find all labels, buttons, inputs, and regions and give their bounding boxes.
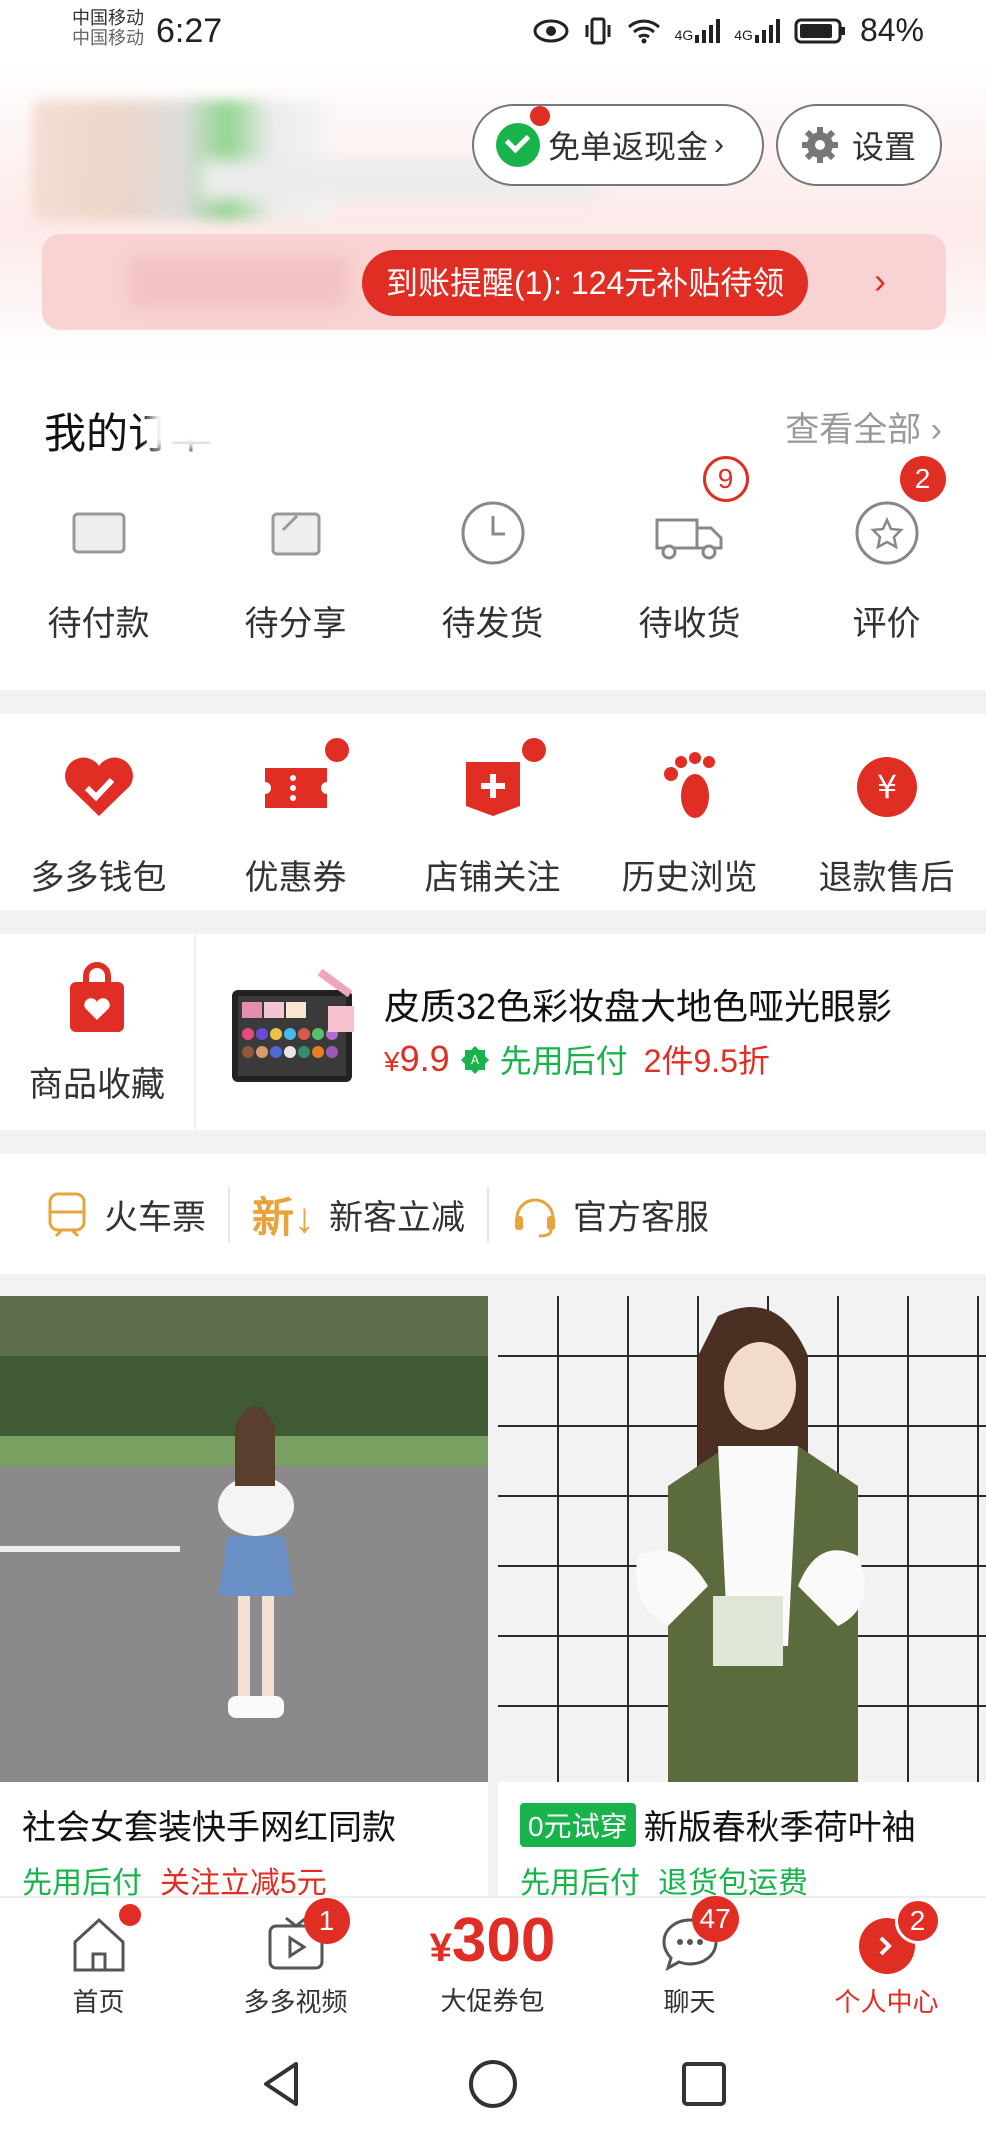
recents-icon[interactable] [678, 2058, 730, 2110]
customer-service-link[interactable]: 官方客服 [511, 1190, 709, 1240]
product-card[interactable]: 0元试穿 新版春秋季荷叶袖 先用后付 退货包运费 [498, 1296, 986, 1896]
wifi-icon [627, 19, 660, 43]
favorites-entry[interactable]: 商品收藏 [0, 934, 196, 1130]
heart-wallet-icon [64, 757, 133, 816]
my-orders-section: 我的订单 查看全部 › 待付款 待分享 待发货 9 待收货 2 评价 [0, 360, 986, 690]
clock: 6:27 [156, 12, 223, 50]
review-icon [855, 501, 918, 565]
tab-video[interactable]: 1 多多视频 [197, 1898, 394, 2032]
pay-later-icon: A [460, 1046, 489, 1074]
headset-icon [515, 1198, 556, 1237]
product-image[interactable] [0, 1296, 488, 1782]
video-badge: 1 [303, 1898, 350, 1944]
promo-label: 退货包运费 [658, 1867, 808, 1896]
product-image[interactable] [498, 1296, 986, 1786]
order-pending-shipment[interactable]: 待发货 [394, 490, 591, 645]
tool-coupons[interactable]: 优惠券 [197, 738, 394, 899]
notification-dot [530, 106, 550, 126]
product-thumbnail[interactable] [224, 962, 364, 1102]
eye-icon [533, 19, 569, 42]
store-follow-icon [465, 762, 520, 816]
notification-dot [521, 738, 546, 762]
favorite-product-price: ¥9.9 A 先用后付 2件9.5折 [384, 1038, 770, 1079]
truck-icon [655, 518, 722, 560]
favorite-product-title: 皮质32色彩妆盘大地色哑光眼影 [384, 986, 893, 1027]
subsidy-notice-text: 到账提醒(1): 124元补贴待领 [362, 250, 809, 316]
tab-profile[interactable]: 2 个人中心 [788, 1898, 985, 2032]
quick-links-section: 火车票 新↓ 新客立减 官方客服 [0, 1154, 986, 1274]
coupon-icon [264, 768, 327, 808]
free-trial-tag: 0元试穿 [520, 1802, 636, 1847]
footprint-icon [663, 752, 715, 818]
tab-chat[interactable]: 47 聊天 [591, 1896, 788, 2032]
product-title: 0元试穿 新版春秋季荷叶袖 [520, 1800, 916, 1849]
view-all-orders-link[interactable]: 查看全部 › [785, 402, 942, 451]
svg-text:¥: ¥ [876, 768, 896, 806]
home-circle-icon[interactable] [467, 2058, 519, 2110]
tab-home[interactable]: 首页 [0, 1898, 197, 2032]
clock-icon [461, 501, 524, 565]
wechat-check-icon [496, 123, 540, 167]
product-feed: 社会女套装快手网红同款 先用后付 关注立减5元 0元试穿 新版春秋季荷叶袖 先用后… [0, 1296, 986, 1896]
signal-icon: 4G [734, 18, 780, 43]
bottom-tab-bar: 首页 1 多多视频 ¥300 大促券包 47 聊天 2 个人中心 [0, 1896, 986, 2032]
battery-icon [794, 18, 845, 43]
order-pending-share[interactable]: 待分享 [197, 490, 394, 645]
product-title: 社会女套装快手网红同款 [22, 1809, 396, 1847]
promo-label: 关注立减5元 [160, 1867, 327, 1896]
signal-icon: 4G [675, 18, 721, 43]
subsidy-notice-bar[interactable]: 到账提醒(1): 124元补贴待领 › [42, 234, 946, 330]
refund-icon: ¥ [856, 757, 917, 817]
tab-promo-coupons[interactable]: ¥300 大促券包 [394, 1898, 591, 2032]
pay-later-label: 先用后付 [22, 1867, 142, 1896]
favorites-section[interactable]: 商品收藏 皮质32色彩妆盘大地色哑光眼影 ¥9.9 A 先用后付 2件9.5折 [0, 934, 986, 1130]
chevron-right-icon: › [714, 128, 725, 161]
shopping-bag-icon [70, 962, 124, 1032]
notification-dot [118, 1904, 141, 1926]
tool-wallet[interactable]: 多多钱包 [0, 744, 197, 899]
pay-later-label: 先用后付 [520, 1867, 640, 1896]
new-customer-icon: 新↓ [252, 1194, 316, 1241]
status-bar: 中国移动 中国移动 6:27 4G 4G 84% [0, 0, 986, 60]
profile-header: 免单返现金 › 设置 到账提醒(1): 124元补贴待领 › [0, 60, 986, 360]
review-count-badge: 2 [899, 456, 946, 502]
gear-icon [802, 127, 838, 163]
chat-badge: 47 [691, 1896, 739, 1942]
order-pending-receipt[interactable]: 9 待收货 [591, 456, 788, 645]
product-card[interactable]: 社会女套装快手网红同款 先用后付 关注立减5元 [0, 1296, 488, 1896]
svg-text:A: A [471, 1053, 480, 1067]
order-count-badge: 9 [702, 456, 749, 502]
tool-browse-history[interactable]: 历史浏览 [591, 744, 788, 899]
wallet-icon [72, 512, 125, 554]
profile-badge: 2 [894, 1898, 941, 1944]
train-ticket-link[interactable]: 火车票 [44, 1190, 206, 1240]
share-icon [271, 512, 320, 556]
back-icon[interactable] [256, 2058, 308, 2110]
tools-section: 多多钱包 优惠券 店铺关注 历史浏览 ¥ 退款售后 [0, 714, 986, 910]
tool-refund-aftersales[interactable]: ¥ 退款售后 [788, 744, 985, 899]
free-cashback-button[interactable]: 免单返现金 › [472, 104, 764, 186]
battery-percent: 84% [859, 12, 924, 48]
vibrate-icon [585, 17, 611, 44]
notification-dot [324, 738, 349, 762]
order-pending-payment[interactable]: 待付款 [0, 490, 197, 645]
train-icon [48, 1192, 86, 1237]
chevron-right-icon: › [874, 260, 886, 301]
carrier-name: 中国移动 中国移动 [72, 8, 144, 48]
tool-followed-stores[interactable]: 店铺关注 [394, 738, 591, 899]
promo-amount: ¥300 [429, 1906, 556, 1975]
order-review[interactable]: 2 评价 [788, 456, 985, 645]
settings-button[interactable]: 设置 [776, 104, 942, 186]
system-nav-bar [0, 2032, 986, 2136]
new-customer-discount-link[interactable]: 新↓ 新客立减 [252, 1184, 465, 1245]
